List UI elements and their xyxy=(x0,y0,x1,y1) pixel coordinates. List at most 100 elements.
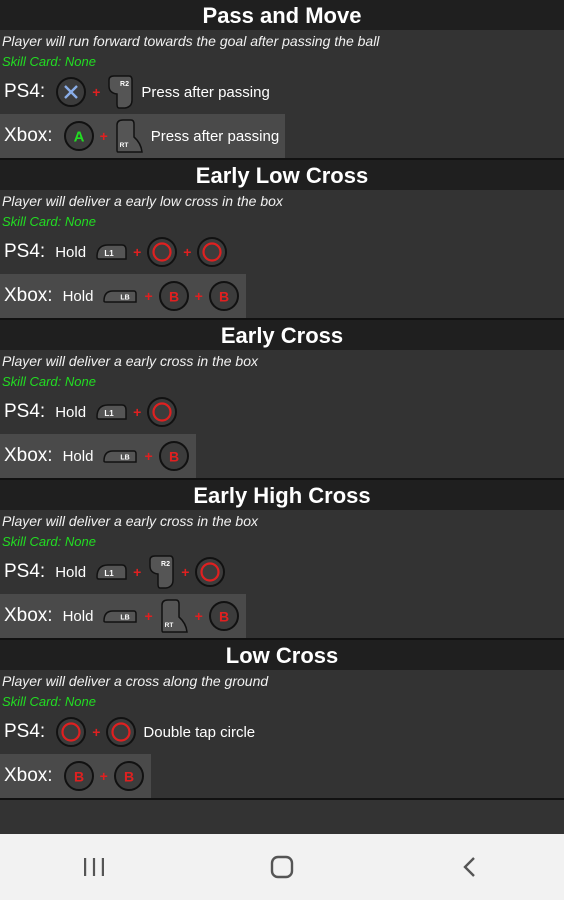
back-icon xyxy=(463,857,475,877)
plus-icon: + xyxy=(194,288,203,304)
svg-text:L1: L1 xyxy=(104,409,114,418)
system-navigation-bar xyxy=(0,834,564,900)
ps4-controls-row: PS4: Hold L1 + + xyxy=(0,232,564,272)
move-title: Pass and Move xyxy=(0,0,564,30)
plus-icon: + xyxy=(194,608,203,624)
circle-icon xyxy=(55,716,87,748)
ps4-label: PS4: xyxy=(4,561,46,582)
svg-text:LB: LB xyxy=(121,455,130,462)
moves-list[interactable]: Pass and Move Player will run forward tow… xyxy=(0,0,564,834)
xbox-label: Xbox: xyxy=(4,125,53,146)
skill-card-label: Skill Card: None xyxy=(2,534,96,549)
move-description: Player will deliver a cross along the gr… xyxy=(2,673,269,689)
svg-text:L1: L1 xyxy=(104,249,114,258)
skill-card-label: Skill Card: None xyxy=(2,694,96,709)
lb-bumper-icon: LB xyxy=(101,446,139,466)
plus-icon: + xyxy=(183,244,192,260)
r2-trigger-icon: R2 xyxy=(105,74,135,110)
xbox-controls-row: Xbox: Hold LB + RT + B xyxy=(0,594,246,638)
xbox-label: Xbox: xyxy=(4,285,53,306)
xbox-label: Xbox: xyxy=(4,765,53,786)
rt-trigger-icon: RT xyxy=(158,597,190,635)
lb-bumper-icon: LB xyxy=(101,606,139,626)
hold-label: Hold xyxy=(62,607,94,625)
b-button-icon: B xyxy=(113,760,145,792)
ps4-label: PS4: xyxy=(4,721,46,742)
b-button-icon: B xyxy=(63,760,95,792)
plus-icon: + xyxy=(99,768,108,784)
xbox-controls-row: Xbox: B + B xyxy=(0,754,151,798)
svg-text:B: B xyxy=(124,769,134,785)
svg-text:R2: R2 xyxy=(120,81,129,88)
rt-trigger-icon: RT xyxy=(113,117,145,155)
ps4-label: PS4: xyxy=(4,241,46,262)
l1-bumper-icon: L1 xyxy=(94,401,128,423)
xbox-label: Xbox: xyxy=(4,445,53,466)
move-section: Early High Cross Player will deliver a ea… xyxy=(0,480,564,640)
instruction-text: Double tap circle xyxy=(143,723,256,741)
skill-card-label: Skill Card: None xyxy=(2,374,96,389)
back-button[interactable] xyxy=(430,842,510,892)
ps4-label: PS4: xyxy=(4,401,46,422)
svg-text:RT: RT xyxy=(164,622,173,629)
move-section: Low Cross Player will deliver a cross alo… xyxy=(0,640,564,800)
plus-icon: + xyxy=(133,564,142,580)
l1-bumper-icon: L1 xyxy=(94,561,128,583)
hold-label: Hold xyxy=(62,447,94,465)
recent-apps-button[interactable] xyxy=(54,842,134,892)
ps4-controls-row: PS4: + R2 Press after passing xyxy=(0,72,564,112)
svg-text:B: B xyxy=(169,289,179,305)
r2-trigger-icon: R2 xyxy=(146,554,176,590)
svg-text:RT: RT xyxy=(119,142,128,149)
ps4-controls-row: PS4: Hold L1 + R2 + xyxy=(0,552,564,592)
move-title: Early High Cross xyxy=(0,480,564,510)
plus-icon: + xyxy=(92,724,101,740)
circle-icon xyxy=(194,556,226,588)
circle-icon xyxy=(146,396,178,428)
move-title: Early Low Cross xyxy=(0,160,564,190)
plus-icon: + xyxy=(133,244,142,260)
home-icon xyxy=(270,855,294,879)
skill-card-label: Skill Card: None xyxy=(2,54,96,69)
hold-label: Hold xyxy=(55,403,87,421)
svg-text:L1: L1 xyxy=(104,569,114,578)
svg-text:B: B xyxy=(169,449,179,465)
home-button[interactable] xyxy=(242,842,322,892)
move-title: Low Cross xyxy=(0,640,564,670)
instruction-text: Press after passing xyxy=(141,83,270,101)
instruction-text: Press after passing xyxy=(150,127,280,145)
move-section: Early Low Cross Player will deliver a ear… xyxy=(0,160,564,320)
xbox-controls-row: Xbox: Hold LB + B xyxy=(0,434,196,478)
move-description: Player will deliver a early cross in the… xyxy=(2,353,258,369)
xbox-controls-row: Xbox: Hold LB + B + B xyxy=(0,274,246,318)
lb-bumper-icon: LB xyxy=(101,286,139,306)
xbox-label: Xbox: xyxy=(4,605,53,626)
circle-icon xyxy=(146,236,178,268)
a-button-icon: A xyxy=(63,120,95,152)
skill-card-label: Skill Card: None xyxy=(2,214,96,229)
move-description: Player will deliver a early cross in the… xyxy=(2,513,258,529)
circle-icon xyxy=(196,236,228,268)
cross-icon xyxy=(55,76,87,108)
recent-apps-icon xyxy=(84,858,104,876)
plus-icon: + xyxy=(181,564,190,580)
b-button-icon: B xyxy=(158,440,190,472)
circle-icon xyxy=(105,716,137,748)
ps4-controls-row: PS4: + Double tap circle xyxy=(0,712,564,752)
svg-text:B: B xyxy=(219,289,229,305)
move-section: Early Cross Player will deliver a early c… xyxy=(0,320,564,480)
move-description: Player will deliver a early low cross in… xyxy=(2,193,283,209)
svg-text:LB: LB xyxy=(121,615,130,622)
hold-label: Hold xyxy=(62,287,94,305)
ps4-controls-row: PS4: Hold L1 + xyxy=(0,392,564,432)
move-description: Player will run forward towards the goal… xyxy=(2,33,380,49)
l1-bumper-icon: L1 xyxy=(94,241,128,263)
ps4-label: PS4: xyxy=(4,81,46,102)
b-button-icon: B xyxy=(208,280,240,312)
plus-icon: + xyxy=(144,288,153,304)
svg-text:A: A xyxy=(73,129,84,146)
b-button-icon: B xyxy=(208,600,240,632)
b-button-icon: B xyxy=(158,280,190,312)
svg-text:R2: R2 xyxy=(161,561,170,568)
move-section: Pass and Move Player will run forward tow… xyxy=(0,0,564,160)
